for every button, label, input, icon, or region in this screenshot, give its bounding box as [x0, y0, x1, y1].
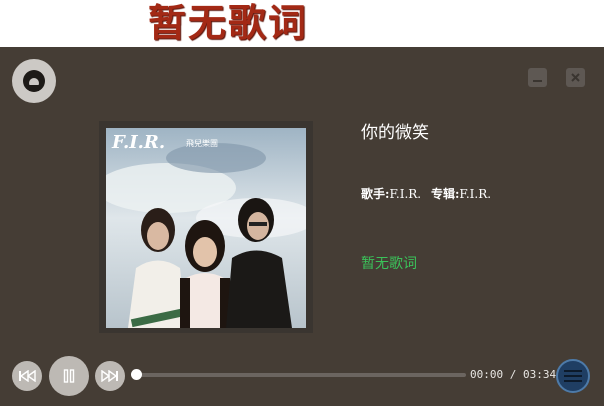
- menu-icon: [564, 370, 582, 382]
- close-icon: [571, 73, 580, 82]
- time-separator: /: [509, 368, 517, 381]
- music-player-panel: F.I.R. 飛兒樂團 你的微笑 歌手:F.I.R. 专辑:F.I.R. 暂无歌…: [0, 47, 604, 406]
- lyrics-banner: 暂无歌词: [0, 0, 609, 47]
- time-display: 00:00 / 03:34: [470, 368, 556, 381]
- play-pause-button[interactable]: [49, 356, 89, 396]
- album-cover-image: F.I.R. 飛兒樂團: [106, 128, 306, 328]
- artist-label: 歌手:: [361, 187, 390, 201]
- progress-bar[interactable]: [131, 369, 466, 380]
- close-button[interactable]: [566, 68, 585, 87]
- cover-logo-text: F.I.R.: [112, 132, 166, 153]
- player-logo-button[interactable]: [12, 59, 56, 103]
- minimize-button[interactable]: [528, 68, 547, 87]
- playlist-menu-button[interactable]: [556, 359, 590, 393]
- artist-name: F.I.R.: [389, 187, 422, 201]
- album-cover-frame: F.I.R. 飛兒樂團: [99, 121, 313, 333]
- song-title: 你的微笑: [361, 123, 429, 143]
- pause-icon: [63, 369, 75, 383]
- previous-button[interactable]: [12, 361, 42, 391]
- cover-sub-text: 飛兒樂團: [186, 139, 218, 148]
- next-icon: [101, 370, 118, 382]
- current-time: 00:00: [470, 368, 504, 381]
- total-time: 03:34: [523, 368, 557, 381]
- progress-handle[interactable]: [131, 369, 142, 380]
- logo-icon: [23, 70, 45, 92]
- next-button[interactable]: [95, 361, 125, 391]
- banner-lyrics-text: 暂无歌词: [148, 0, 309, 45]
- minimize-icon: [533, 80, 542, 82]
- album-name: F.I.R.: [459, 187, 492, 201]
- previous-icon: [19, 370, 36, 382]
- lyric-status: 暂无歌词: [361, 256, 417, 272]
- album-label: 专辑:: [430, 187, 460, 201]
- song-meta: 歌手:F.I.R. 专辑:F.I.R.: [361, 185, 491, 202]
